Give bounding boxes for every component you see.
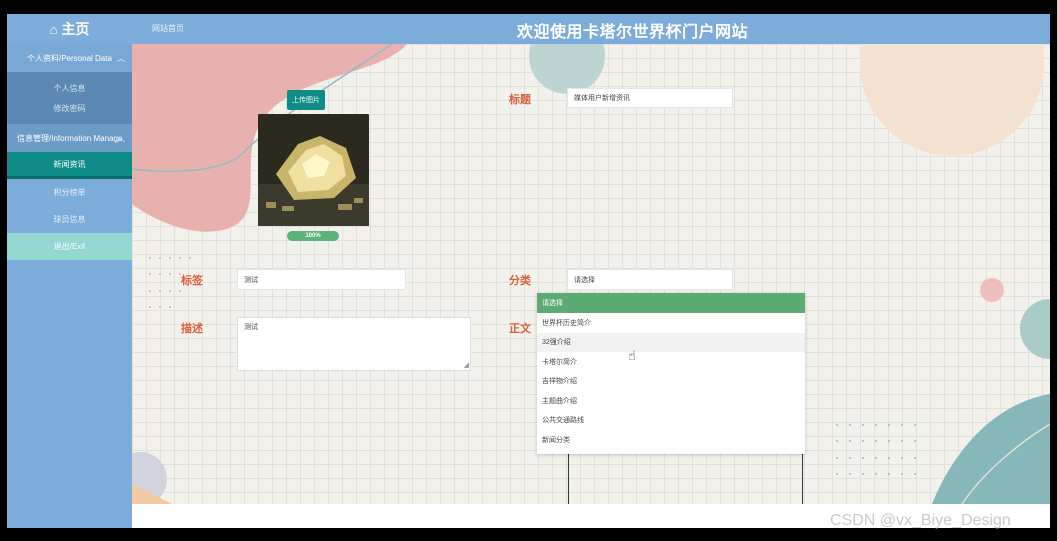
description-textarea[interactable]: 测试 ◢ (237, 317, 471, 371)
description-text: 测试 (244, 324, 258, 331)
dropdown-option[interactable]: 新闻分类 (537, 430, 805, 450)
top-header: ⌂ 主页 网站首页 欢迎使用卡塔尔世界杯门户网站 (7, 14, 1050, 44)
dropdown-option-placeholder[interactable]: 请选择 (537, 293, 805, 313)
upload-progress-bar: 100% (287, 231, 339, 241)
sidebar: 个人资料/Personal Data ︿ 个人信息 修改密码 信息管理/Info… (7, 44, 132, 528)
menu-group-personal-data[interactable]: 个人资料/Personal Data ︿ (7, 44, 132, 72)
breadcrumb[interactable]: 网站首页 (152, 23, 184, 34)
sidebar-item-news[interactable]: 新闻资讯 (7, 152, 132, 179)
content-editor[interactable] (568, 454, 803, 504)
menu-group-information-manage[interactable]: 信息管理/Information Manage ︿ (7, 124, 132, 152)
uploaded-image-thumbnail[interactable] (258, 114, 369, 226)
dropdown-option[interactable]: 32强介绍 (537, 332, 805, 352)
title-input[interactable]: 媒体用户新增资讯 (567, 88, 733, 108)
dropdown-option[interactable]: 公共交通路线 (537, 411, 805, 431)
resize-handle-icon[interactable]: ◢ (464, 362, 469, 369)
progress-text: 100% (305, 233, 321, 239)
browser-viewport: ⌂ 主页 网站首页 欢迎使用卡塔尔世界杯门户网站 个人资料/Personal D… (7, 14, 1050, 528)
sidebar-item-personal-info[interactable]: 个人信息 (7, 78, 132, 98)
category-label: 分类 (509, 275, 531, 287)
sidebar-item-standings[interactable]: 积分榜单 (7, 179, 132, 206)
category-dropdown: 请选择 世界杯历史简介 32强介绍 卡塔尔简介 吉祥物介绍 主题曲介绍 公共交通… (537, 293, 805, 454)
home-label: 主页 (61, 21, 90, 37)
tag-label: 标签 (181, 275, 203, 287)
sidebar-item-change-password[interactable]: 修改密码 (7, 98, 132, 118)
upload-image-button[interactable]: 上传图片 (287, 90, 325, 110)
watermark: CSDN @vx_Biye_Design (830, 512, 1011, 529)
title-label: 标题 (509, 94, 531, 106)
site-title: 欢迎使用卡塔尔世界杯门户网站 (517, 24, 749, 41)
content-label: 正文 (509, 323, 531, 335)
tag-input[interactable]: 测试 (237, 269, 406, 290)
main-content: 上传图片 100% 标题 媒体用户新增资讯 标签 测试 分类 请选择 描述 测试… (132, 44, 1050, 504)
dropdown-option[interactable]: 世界杯历史简介 (537, 313, 805, 333)
category-select[interactable]: 请选择 (567, 269, 733, 290)
hand-cursor-icon: ☝ (628, 348, 636, 363)
sidebar-item-players[interactable]: 球员信息 (7, 206, 132, 233)
home-icon: ⌂ (49, 21, 58, 37)
dropdown-option[interactable]: 吉祥物介绍 (537, 372, 805, 392)
submenu-personal-data: 个人信息 修改密码 (7, 72, 132, 124)
logout-button[interactable]: 退出/Exit (7, 233, 132, 260)
menu-group-label: 信息管理/Information Manage (17, 133, 123, 143)
chevron-up-icon: ︿ (117, 134, 125, 143)
chevron-up-icon: ︿ (117, 54, 125, 63)
home-link[interactable]: ⌂ 主页 (7, 14, 132, 44)
dropdown-option[interactable]: 卡塔尔简介 (537, 352, 805, 372)
menu-group-label: 个人资料/Personal Data (27, 53, 112, 63)
dropdown-option[interactable]: 主题曲介绍 (537, 391, 805, 411)
description-label: 描述 (181, 323, 203, 335)
